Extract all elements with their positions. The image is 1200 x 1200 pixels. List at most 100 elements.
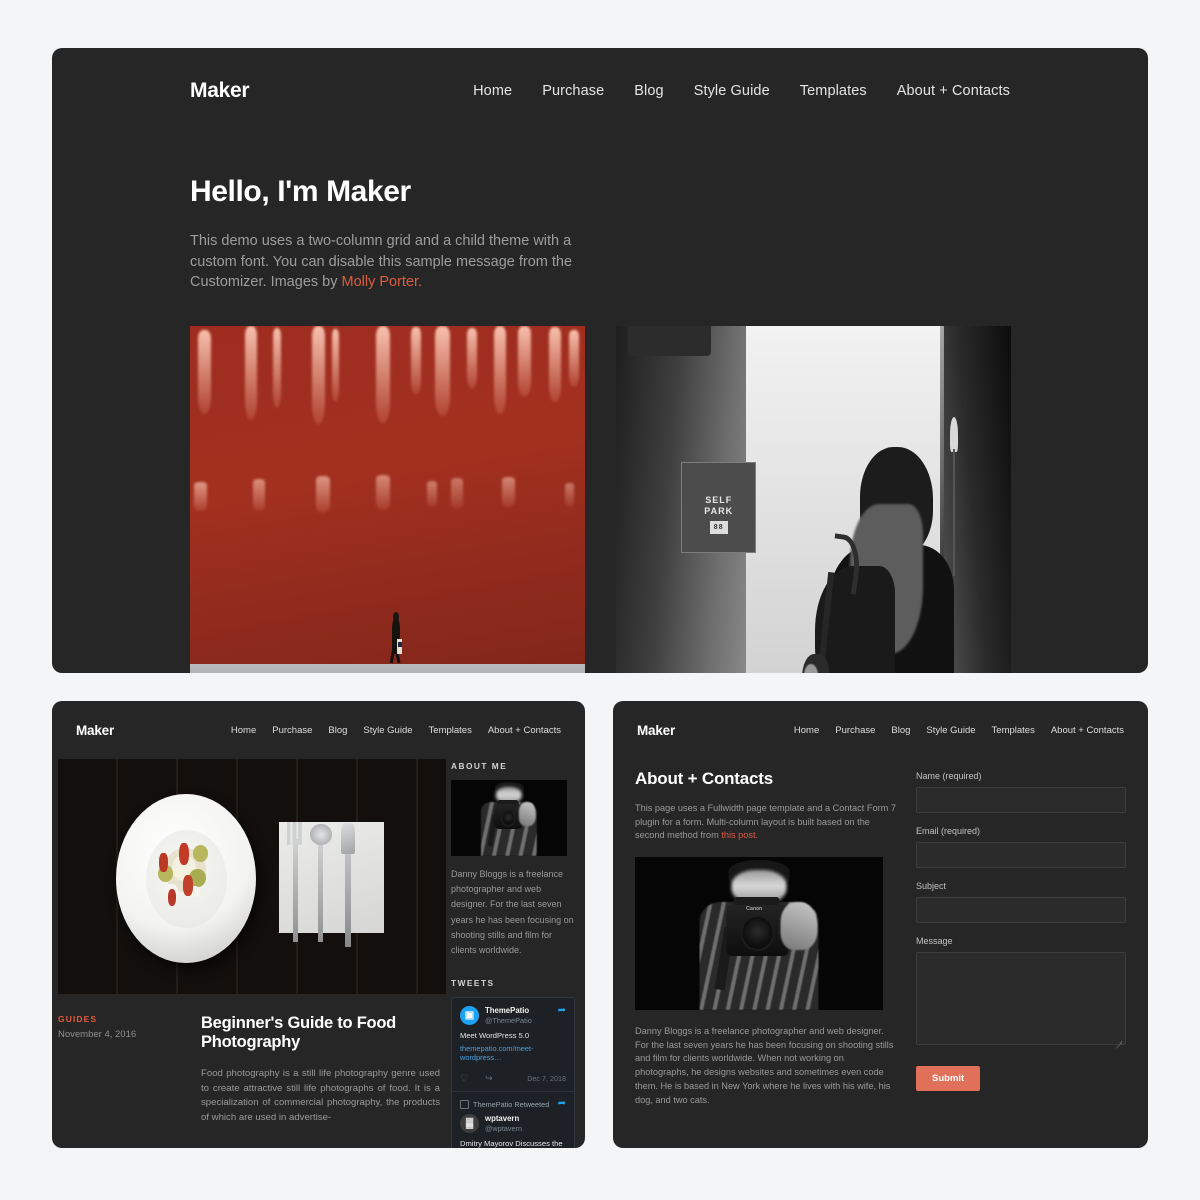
tweet-link[interactable]: themepatio.com/meet-wordpress… [460,1044,566,1062]
twitter-bird-icon: ➦ [557,1005,566,1017]
tweets-widget: TWEETS ▣ ThemePatio @ThemePatio ➦ Meet W… [451,978,575,1148]
tweet-header: ▣ ThemePatio @ThemePatio ➦ [460,1005,566,1026]
hero-description: This demo uses a two-column grid and a c… [190,231,590,293]
page-description-link[interactable]: this post. [721,830,758,840]
post-date: November 4, 2016 [58,1029,137,1040]
field-subject: Subject [916,881,1126,923]
subject-input[interactable] [916,897,1126,923]
blog-nav-item-purchase[interactable]: Purchase [272,725,312,736]
nav-item-style-guide[interactable]: Style Guide [694,83,770,99]
contact-nav-item-templates[interactable]: Templates [992,725,1035,736]
tweet-item[interactable]: ▣ ThemePatio @ThemePatio ➦ Meet WordPres… [460,1006,566,1084]
blog-nav-item-blog[interactable]: Blog [328,725,347,736]
contact-panel-brand[interactable]: Maker [637,723,675,738]
post-title[interactable]: Beginner's Guide to Food Photography [201,1014,440,1052]
tweet-author-name[interactable]: wptavern [485,1114,566,1123]
blog-nav-item-about-contacts[interactable]: About + Contacts [488,725,561,736]
blog-nav-item-home[interactable]: Home [231,725,256,736]
about-me-widget: ABOUT ME Danny Bloggs is a freelance pho… [451,761,575,958]
camera-brand-logo: Canon [746,906,763,913]
post-content-row: GUIDES November 4, 2016 Beginner's Guide… [58,994,440,1125]
contact-nav-item-blog[interactable]: Blog [891,725,910,736]
blog-nav-item-style-guide[interactable]: Style Guide [363,725,412,736]
blog-panel-nav: Home Purchase Blog Style Guide Templates… [231,725,561,736]
hero-card: Maker Home Purchase Blog Style Guide Tem… [52,48,1148,673]
tweets-title: TWEETS [451,978,495,989]
blog-sidebar: ABOUT ME Danny Bloggs is a freelance pho… [451,759,575,1148]
nav-item-about-contacts[interactable]: About + Contacts [897,83,1010,99]
tweet-like-icon[interactable]: ♡ [460,1073,468,1084]
page-description: This page uses a Fullwidth page template… [635,802,897,843]
about-me-title: ABOUT ME [451,761,508,771]
tweet-header: ▓ wptavern @wptavern [460,1114,566,1134]
tweet-item[interactable]: ThemePatio Retweeted ➦ ▓ wptavern @wptav… [460,1099,566,1148]
self-park-sign: SELF PARK 88 [681,462,757,554]
tweet-divider [452,1091,574,1093]
contact-nav-item-style-guide[interactable]: Style Guide [926,725,975,736]
hero-inner: Maker Home Purchase Blog Style Guide Tem… [52,48,1148,673]
field-name-label: Name (required) [916,771,982,781]
nav-item-templates[interactable]: Templates [800,83,867,99]
hero-photo-grid: SELF PARK 88 [190,325,1011,673]
post-meta: GUIDES November 4, 2016 [58,1014,188,1125]
post-body: Beginner's Guide to Food Photography Foo… [201,1014,440,1125]
tweet-text: Meet WordPress 5.0 [460,1031,530,1041]
tweet-retweet-label: ThemePatio Retweeted [473,1099,550,1109]
blog-panel-brand[interactable]: Maker [76,723,114,738]
tweet-actions: ♡ ↪ Dec 7, 2018 [460,1073,566,1084]
name-input[interactable] [916,787,1126,813]
contact-panel-header: Maker Home Purchase Blog Style Guide Tem… [613,701,1148,759]
photo-photographer-with-camera[interactable]: Canon [635,856,883,1010]
photo-red-wall-pedestrian[interactable] [190,325,585,673]
tweet-author-handle[interactable]: @wptavern [485,1124,566,1133]
page-description-text: This page uses a Fullwidth page template… [635,803,896,841]
tweet-avatar-icon: ▣ [460,1006,479,1026]
blog-post: GUIDES November 4, 2016 Beginner's Guide… [52,759,446,1148]
page-root: Maker Home Purchase Blog Style Guide Tem… [0,0,1200,1200]
tweet-avatar-icon: ▓ [460,1114,479,1134]
field-email-label: Email (required) [916,826,981,836]
site-header: Maker Home Purchase Blog Style Guide Tem… [190,48,1010,118]
tweet-text: Dmitry Mayorov Discusses the Challenges … [460,1139,563,1148]
tweet-share-icon[interactable]: ↪ [485,1073,493,1084]
field-message-label: Message [916,936,953,946]
nav-item-purchase[interactable]: Purchase [542,83,604,99]
tweet-author-name[interactable]: ThemePatio [485,1006,552,1015]
bottom-row: Maker Home Purchase Blog Style Guide Tem… [52,701,1148,1148]
plate [116,794,256,964]
submit-button[interactable]: Submit [916,1066,981,1091]
hero-title: Hello, I'm Maker [190,175,411,208]
contact-form: Name (required) Email (required) Subject… [916,759,1126,1108]
saxophone [801,533,864,673]
contact-panel-nav: Home Purchase Blog Style Guide Templates… [794,725,1124,736]
post-excerpt: Food photography is a still life photogr… [201,1068,440,1123]
tweet-list: ▣ ThemePatio @ThemePatio ➦ Meet WordPres… [451,997,575,1148]
post-category[interactable]: GUIDES [58,1014,188,1024]
blog-preview-panel: Maker Home Purchase Blog Style Guide Tem… [52,701,585,1148]
musician-figure [798,447,972,673]
tweet-retweet-label-row: ThemePatio Retweeted ➦ [460,1099,566,1109]
photo-about-me-portrait[interactable] [451,780,567,856]
field-subject-label: Subject [916,881,947,891]
photo-food-flatlay[interactable] [58,759,446,994]
photo-saxophone-street-musician[interactable]: SELF PARK 88 [616,325,1011,673]
site-brand[interactable]: Maker [190,79,250,103]
nav-item-blog[interactable]: Blog [634,83,663,99]
contact-preview-panel: Maker Home Purchase Blog Style Guide Tem… [613,701,1148,1148]
pedestrian-figure [389,612,403,664]
contact-nav-item-home[interactable]: Home [794,725,819,736]
contact-intro-column: About + Contacts This page uses a Fullwi… [635,759,897,1108]
field-email: Email (required) [916,826,1126,868]
contact-nav-item-about-contacts[interactable]: About + Contacts [1051,725,1124,736]
about-me-text: Danny Bloggs is a freelance photographer… [451,869,574,956]
email-input[interactable] [916,842,1126,868]
hero-description-link[interactable]: Molly Porter. [342,274,423,290]
nav-item-home[interactable]: Home [473,83,512,99]
blog-panel-body: GUIDES November 4, 2016 Beginner's Guide… [52,759,585,1148]
blog-panel-header: Maker Home Purchase Blog Style Guide Tem… [52,701,585,759]
tweet-author-handle[interactable]: @ThemePatio [485,1016,552,1025]
message-textarea[interactable] [916,952,1126,1045]
blog-nav-item-templates[interactable]: Templates [429,725,472,736]
contact-nav-item-purchase[interactable]: Purchase [835,725,875,736]
twitter-bird-icon: ➦ [557,1098,566,1110]
